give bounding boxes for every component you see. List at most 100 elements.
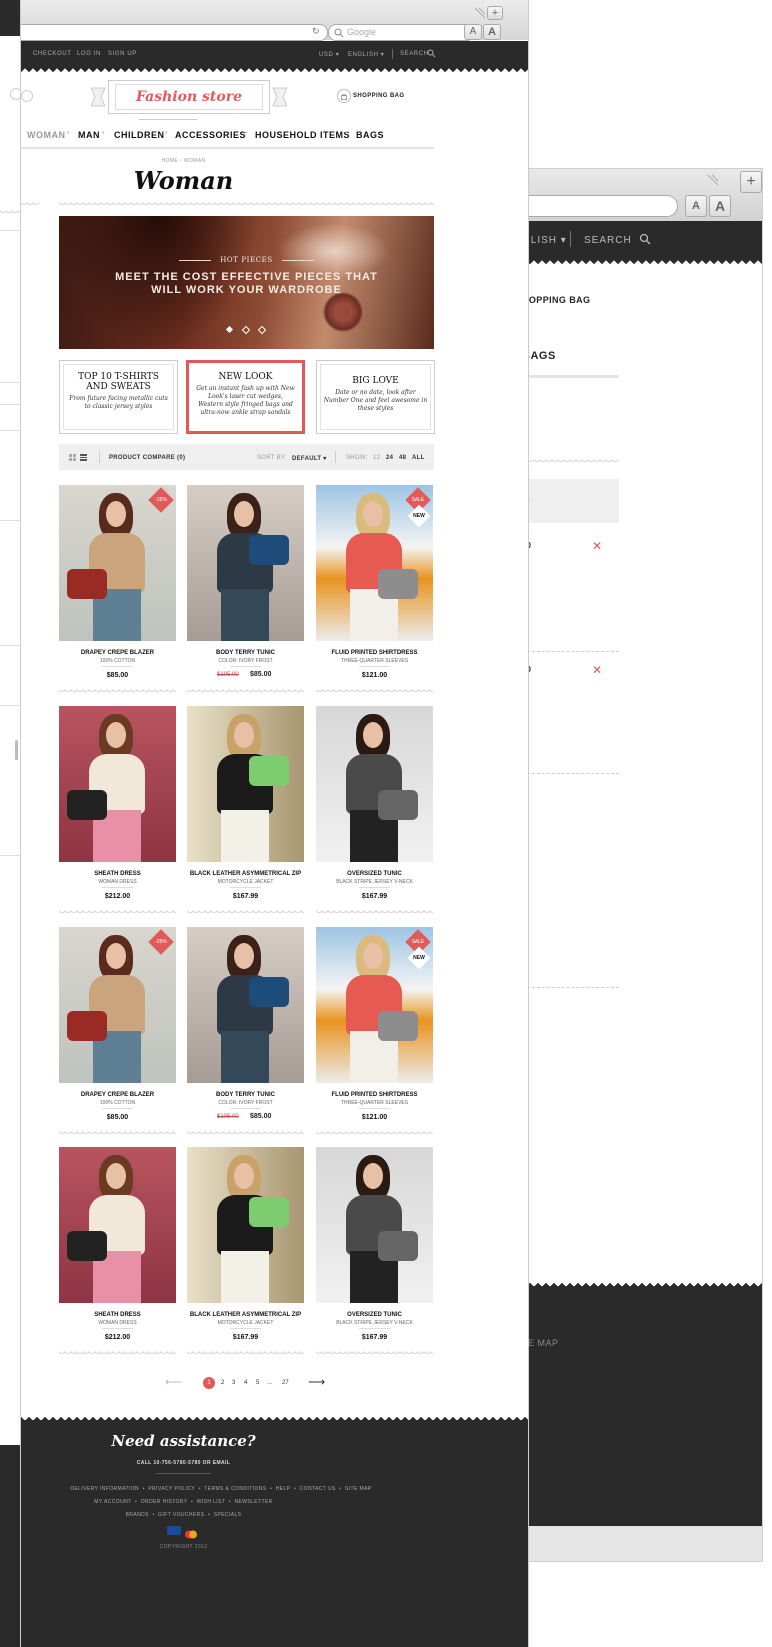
grid-view-icon[interactable]	[69, 454, 76, 463]
font-larger-button[interactable]: A	[483, 24, 501, 40]
product-name[interactable]: FLUID PRINTED SHIRTDRESS	[316, 1092, 433, 1098]
footer-link-newsletter[interactable]: NEWSLETTER	[235, 1499, 273, 1505]
reload-icon[interactable]: ↻	[312, 26, 320, 37]
footer-link-sitemap[interactable]: SITE MAP	[345, 1486, 372, 1492]
show-option-48[interactable]: 48	[399, 455, 406, 461]
page-link[interactable]: 2	[221, 1380, 224, 1386]
login-link[interactable]: LOG IN	[77, 51, 101, 57]
remove-icon[interactable]: ✕	[592, 663, 602, 677]
promo-big-love[interactable]: BIG LOVE Date or no date, look after Num…	[316, 360, 435, 434]
product-card-body-terry-tunic[interactable]	[187, 927, 304, 1083]
product-name[interactable]: BLACK LEATHER ASYMMETRICAL ZIP	[187, 871, 304, 877]
nav-item-household[interactable]: HOUSEHOLD ITEMS	[255, 130, 350, 140]
product-card-sheath-dress[interactable]	[59, 1147, 176, 1303]
nav-item-man[interactable]: MAN	[78, 130, 100, 140]
product-card-sheath-dress[interactable]	[59, 706, 176, 862]
listing-toolbar: PRODUCT COMPARE (0) SORT BY: DEFAULT ▾ S…	[59, 444, 434, 470]
new-tab-button[interactable]: +	[487, 6, 503, 20]
footer-link-contact[interactable]: CONTACT US	[300, 1486, 336, 1492]
product-name[interactable]: BODY TERRY TUNIC	[187, 1092, 304, 1098]
product-name[interactable]: BODY TERRY TUNIC	[187, 650, 304, 656]
checkout-link[interactable]: CHECKOUT	[33, 51, 71, 57]
product-compare-link[interactable]: PRODUCT COMPARE (0)	[109, 455, 185, 461]
footer-link-gift-vouchers[interactable]: GIFT VOUCHERS	[158, 1512, 204, 1518]
product-name[interactable]: SHEATH DRESS	[59, 871, 176, 877]
nav-item-woman[interactable]: WOMAN	[27, 130, 66, 140]
product-name[interactable]: OVERSIZED TUNIC	[316, 1312, 433, 1318]
product-card-black-leather-zip[interactable]	[187, 1147, 304, 1303]
product-card-black-leather-zip[interactable]	[187, 706, 304, 862]
product-name[interactable]: DRAPEY CREPE BLAZER	[59, 650, 176, 656]
prev-arrow-icon[interactable]: ⟵	[165, 1375, 182, 1389]
page-link[interactable]: 5	[256, 1380, 259, 1386]
wishlist-icon[interactable]	[21, 90, 33, 102]
product-name[interactable]: OVERSIZED TUNIC	[316, 871, 433, 877]
nav-item-accessories[interactable]: ACCESSORIES	[175, 130, 246, 140]
shopping-bag-icon[interactable]	[337, 89, 351, 103]
currency-selector[interactable]: USD ▾	[319, 51, 339, 58]
page-current[interactable]: 1	[203, 1377, 215, 1389]
page-link[interactable]: 3	[232, 1380, 235, 1386]
divider-wavy	[59, 910, 176, 914]
store-logo[interactable]: Fashion store	[108, 80, 270, 114]
footer-link-privacy[interactable]: PRIVACY POLICY	[148, 1486, 195, 1492]
product-card-oversized-tunic[interactable]	[316, 1147, 433, 1303]
footer-link-help[interactable]: HELP	[276, 1486, 291, 1492]
url-bar[interactable]: ↻	[21, 24, 328, 41]
background-search-link[interactable]: SEARCH	[584, 235, 632, 246]
product-card-oversized-tunic[interactable]	[316, 706, 433, 862]
language-selector[interactable]: ENGLISH ▾	[348, 51, 384, 58]
hero-kicker-rule	[281, 259, 314, 261]
new-tab-button[interactable]: +	[740, 171, 762, 193]
shopping-bag-link[interactable]: SHOPPING BAG	[353, 93, 404, 99]
main-nav: WOMAN • MAN • CHILDREN • ACCESSORIES • H…	[21, 130, 451, 144]
product-card-drapey-crepe-blazer[interactable]: -25%	[59, 927, 176, 1083]
list-view-icon[interactable]	[80, 454, 87, 463]
footer-link-account[interactable]: MY ACCOUNT	[94, 1499, 131, 1505]
footer-link-delivery[interactable]: DELIVERY INFORMATION	[70, 1486, 139, 1492]
hero-banner[interactable]: HOT PIECES MEET THE COST EFFECTIVE PIECE…	[59, 216, 434, 349]
background-url-bar[interactable]	[522, 195, 678, 217]
footer-link-brands[interactable]: BRANDS	[126, 1512, 149, 1518]
breadcrumb-home[interactable]: HOME	[162, 158, 179, 164]
page-link-last[interactable]: 27	[282, 1380, 289, 1386]
product-divider	[359, 887, 390, 888]
product-name[interactable]: DRAPEY CREPE BLAZER	[59, 1092, 176, 1098]
left-window-scrollbar[interactable]	[15, 740, 18, 760]
background-shopping-bag-link[interactable]: HOPPING BAG	[522, 295, 590, 305]
font-larger-button[interactable]: A	[709, 195, 731, 217]
font-smaller-button[interactable]: A	[685, 195, 707, 217]
new-badge: NEW	[407, 946, 431, 970]
show-option-all[interactable]: ALL	[412, 455, 425, 461]
model-face	[106, 943, 126, 969]
hero-headline-line-2: WILL WORK YOUR WARDROBE	[151, 284, 342, 296]
remove-icon[interactable]: ✕	[592, 539, 602, 553]
product-card-body-terry-tunic[interactable]	[187, 485, 304, 641]
footer-link-terms[interactable]: TERMS & CONDITIONS	[204, 1486, 266, 1492]
page-link[interactable]: 4	[244, 1380, 247, 1386]
show-option-24[interactable]: 24	[386, 455, 393, 461]
show-option-12[interactable]: 12	[373, 455, 380, 461]
product-card-fluid-printed-shirtdress[interactable]: SALE NEW	[316, 927, 433, 1083]
footer-link-order-history[interactable]: ORDER HISTORY	[141, 1499, 188, 1505]
google-search-field[interactable]: Google	[328, 24, 475, 41]
nav-item-children[interactable]: CHILDREN	[114, 130, 165, 140]
product-name[interactable]: BLACK LEATHER ASYMMETRICAL ZIP	[187, 1312, 304, 1318]
product-name[interactable]: FLUID PRINTED SHIRTDRESS	[316, 650, 433, 656]
footer-contact[interactable]: CALL 10-756-5780-5780 OR EMAIL	[21, 1460, 346, 1466]
product-name[interactable]: SHEATH DRESS	[59, 1312, 176, 1318]
promo-new-look[interactable]: NEW LOOK Get an instant fash up with New…	[186, 360, 305, 434]
product-subtitle: BLACK STRIPE JERSEY V-NECK	[336, 1320, 413, 1326]
nav-item-bags[interactable]: BAGS	[356, 130, 384, 140]
signup-link[interactable]: SIGN UP	[108, 51, 137, 57]
product-card-drapey-crepe-blazer[interactable]: -25%	[59, 485, 176, 641]
next-arrow-icon[interactable]: ⟶	[308, 1375, 325, 1389]
footer-link-specials[interactable]: SPECIALS	[214, 1512, 242, 1518]
search-link[interactable]: SEARCH	[400, 51, 429, 57]
carousel-dot[interactable]	[257, 325, 267, 335]
product-card-fluid-printed-shirtdress[interactable]: SALE NEW	[316, 485, 433, 641]
sort-select[interactable]: DEFAULT ▾	[292, 455, 327, 462]
promo-top10[interactable]: TOP 10 T-SHIRTS AND SWEATS From future f…	[59, 360, 178, 434]
font-smaller-button[interactable]: A	[464, 24, 482, 40]
footer-link-wishlist[interactable]: WISH LIST	[197, 1499, 226, 1505]
